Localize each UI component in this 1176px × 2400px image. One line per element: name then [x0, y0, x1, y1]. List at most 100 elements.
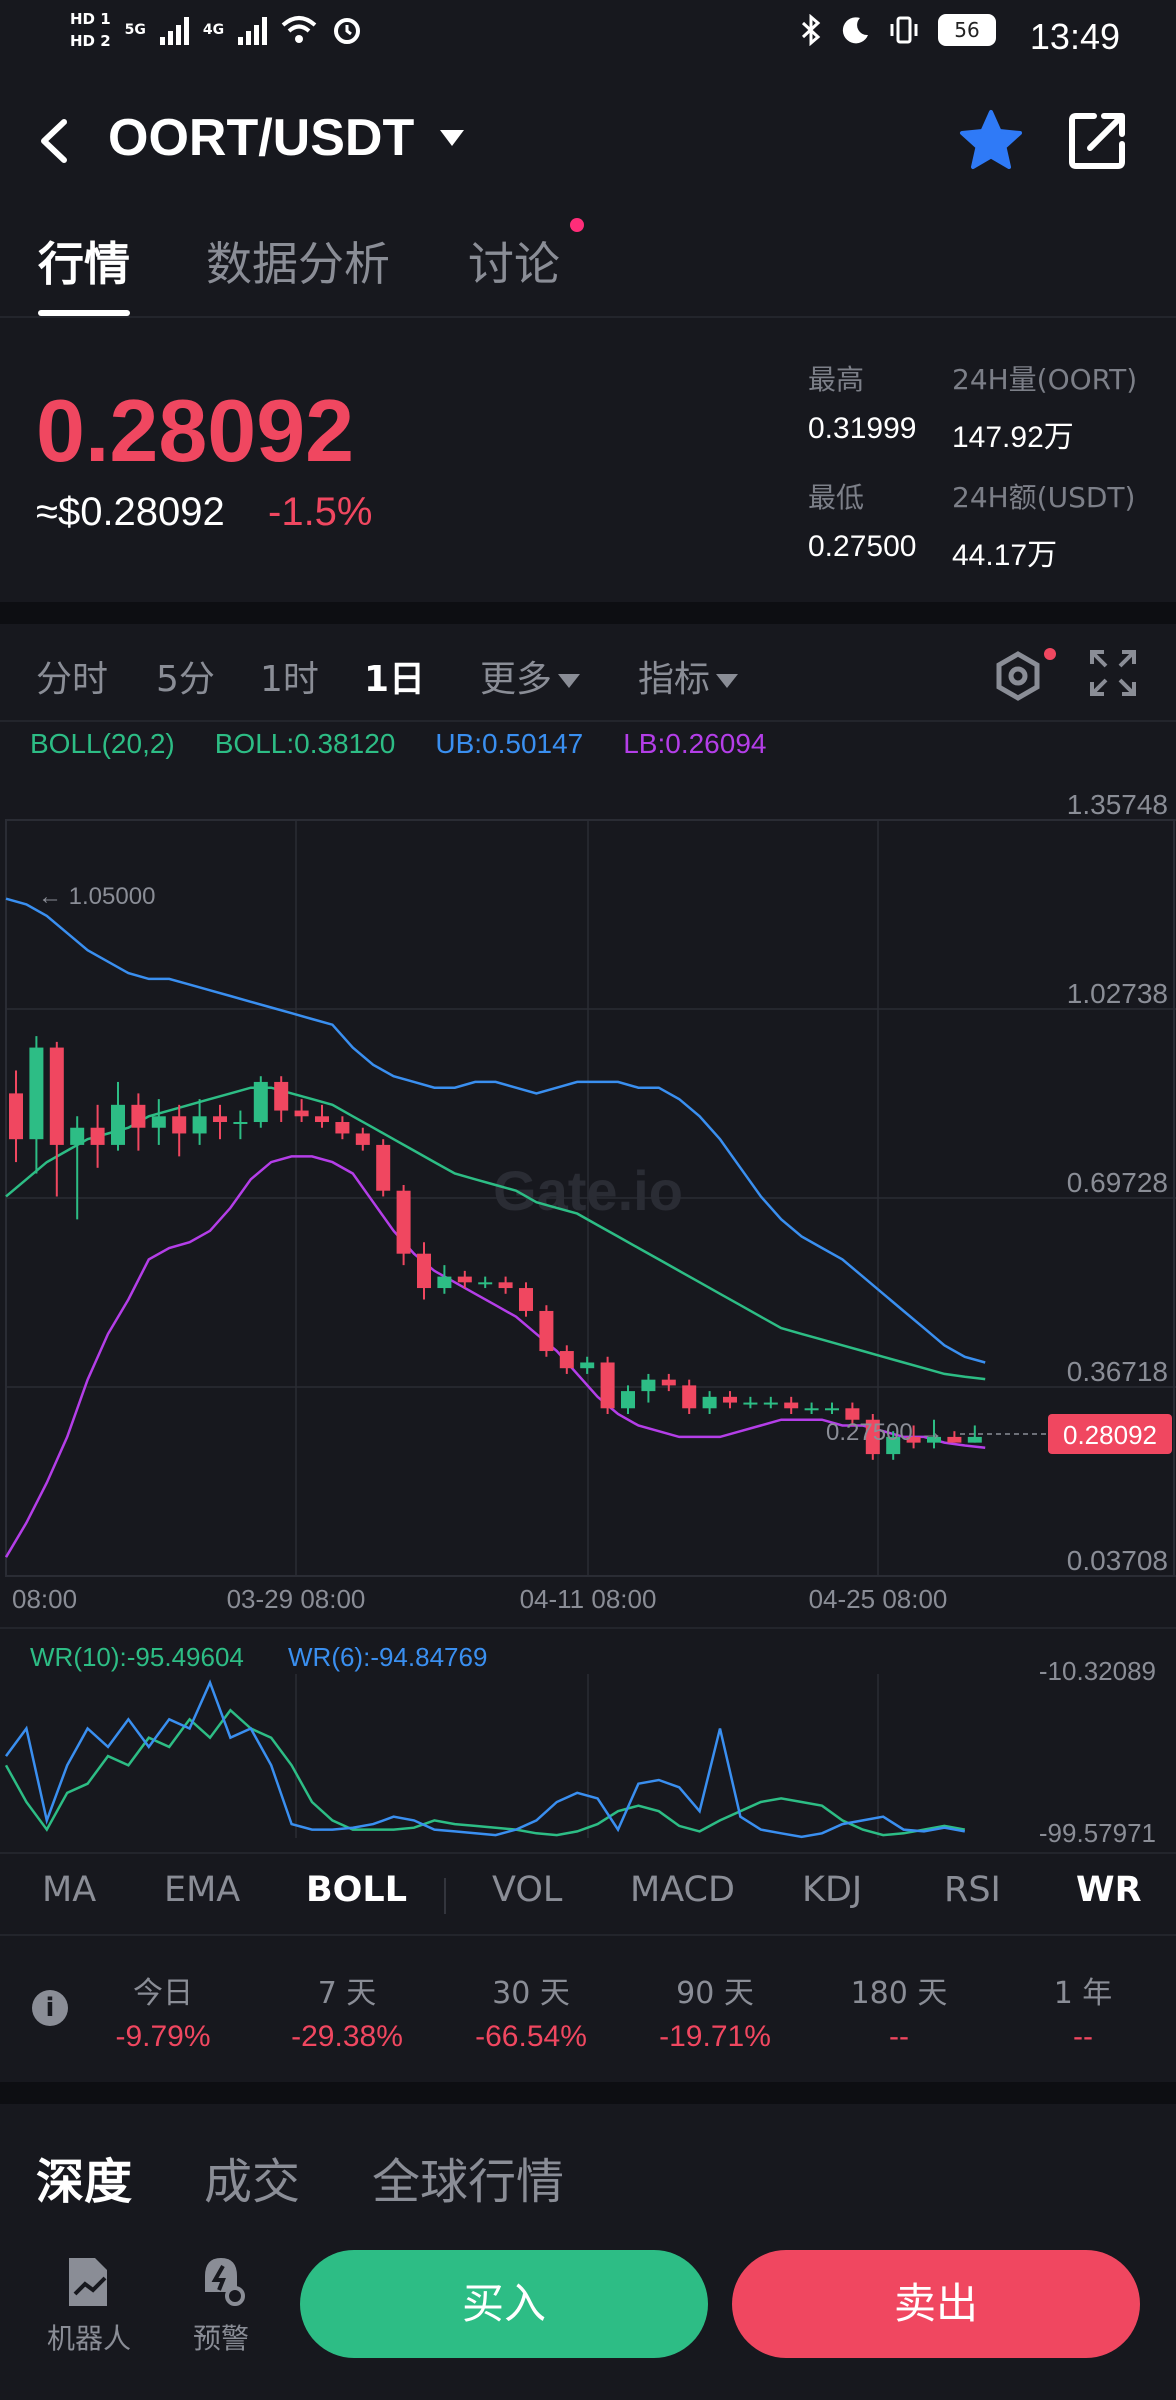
chart-settings-icon[interactable] [990, 648, 1046, 704]
robot-label: 机器人 [46, 2322, 131, 2355]
pair-dropdown-icon[interactable] [440, 130, 464, 146]
robot-button[interactable]: 机器人 [34, 2254, 144, 2357]
indicators-dropdown-icon [716, 674, 739, 688]
signal1-icon [159, 15, 189, 45]
candle-body [233, 1122, 248, 1125]
ind-macd[interactable]: MACD [630, 1870, 735, 1910]
y-axis: 1.35748 1.02738 0.69728 0.36718 0.03708 [1067, 790, 1168, 1576]
info-icon[interactable]: i [32, 1990, 68, 2026]
candle-body [743, 1402, 758, 1405]
candle-body [29, 1047, 44, 1140]
candle-body [661, 1379, 676, 1386]
tf-timeline[interactable]: 分时 [36, 650, 108, 702]
indicator-divider [444, 1878, 446, 1914]
sell-button[interactable]: 卖出 [732, 2250, 1140, 2358]
tf-1hour[interactable]: 1时 [260, 650, 319, 702]
tab-data-analysis[interactable]: 数据分析 [206, 228, 390, 294]
candle-body [335, 1122, 350, 1134]
alert-icon [205, 2258, 245, 2306]
high-label: 最高 [808, 363, 865, 396]
boll-mid: BOLL:0.38120 [214, 728, 396, 759]
bottom-action-bar: 机器人 预警 买入 卖出 [0, 2220, 1176, 2400]
tf-1day[interactable]: 1日 [364, 650, 425, 702]
tab-depth[interactable]: 深度 [36, 2142, 132, 2212]
section-divider-2 [0, 2082, 1176, 2104]
candle-body [763, 1402, 778, 1405]
candle-body [600, 1362, 615, 1409]
bluetooth-icon [801, 14, 821, 46]
max-price-marker: ← 1.05000 [38, 883, 155, 910]
vol-quote-value: 44.17万 [952, 539, 1058, 572]
candle-body [539, 1310, 554, 1352]
ind-kdj[interactable]: KDJ [802, 1870, 862, 1910]
ind-ma[interactable]: MA [42, 1870, 96, 1910]
status-right: 56 [800, 14, 996, 46]
kline-chart[interactable]: Gate.io 1.35748 1.02738 0.69728 0.36718 0.03… [0, 790, 1176, 1850]
section-divider [0, 602, 1176, 624]
perf-label-today: 今日 [133, 1976, 193, 2011]
fullscreen-icon[interactable] [1088, 648, 1138, 698]
wr-legend: WR(10):-95.49604 WR(6):-94.84769 [30, 1642, 487, 1672]
pair-title[interactable]: OORT/USDT [108, 108, 414, 168]
candle-body [172, 1116, 187, 1134]
buy-button[interactable]: 买入 [300, 2250, 708, 2358]
candle-body [825, 1408, 839, 1411]
boll-mid-line [5, 1086, 986, 1381]
perf-label-180d: 180 天 [850, 1976, 948, 2011]
status-time: 13:49 [1029, 16, 1120, 57]
candle-body [519, 1288, 533, 1311]
boll-ub-line [5, 897, 986, 1364]
perf-label-90d: 90 天 [676, 1976, 754, 2011]
wifi-icon [281, 16, 317, 43]
net2-label: 4G [202, 22, 225, 38]
share-icon[interactable] [1066, 108, 1130, 172]
tf-5min[interactable]: 5分 [156, 650, 215, 702]
perf-label-7d: 7 天 [317, 1976, 377, 2011]
ind-vol[interactable]: VOL [492, 1870, 562, 1910]
pair-header: OORT/USDT [0, 96, 1176, 186]
boll-name: BOLL(20,2) [30, 728, 175, 759]
candle-body [702, 1396, 717, 1409]
candle-body [253, 1081, 268, 1123]
boll-legend: BOLL(20,2) BOLL:0.38120 UB:0.50147 LB:0.… [30, 728, 766, 760]
wr6-label: WR(6):-94.84769 [288, 1642, 487, 1672]
battery-icon: 56 [938, 14, 996, 46]
wr6-line [4, 1679, 966, 1839]
wr10-line [4, 1708, 966, 1837]
alert-button[interactable]: 预警 [166, 2254, 276, 2357]
tab-trades[interactable]: 成交 [204, 2142, 300, 2212]
ind-wr[interactable]: WR [1076, 1870, 1142, 1910]
candle-body [274, 1081, 289, 1111]
boll-ub: UB:0.50147 [435, 728, 584, 759]
tab-discussion[interactable]: 讨论 [468, 228, 560, 294]
perf-label-1y: 1 年 [1053, 1976, 1113, 2011]
back-arrow-icon[interactable] [34, 116, 74, 166]
ind-rsi[interactable]: RSI [944, 1870, 1001, 1910]
candle-body [682, 1385, 697, 1409]
ind-boll[interactable]: BOLL [306, 1870, 407, 1910]
x-axis: 08:00 03-29 08:00 04-11 08:00 04-25 08:00 [12, 1584, 947, 1614]
candle-body [111, 1104, 125, 1145]
perf-value-1y: -- [1073, 2020, 1093, 2053]
candle-body [457, 1276, 472, 1283]
candle-body [804, 1408, 819, 1411]
candle-body [784, 1402, 799, 1409]
tab-global-market[interactable]: 全球行情 [372, 2142, 564, 2212]
favorite-star-icon[interactable] [956, 106, 1026, 176]
tf-more-label: 更多 [480, 659, 553, 700]
candle-body [131, 1104, 146, 1128]
ind-ema[interactable]: EMA [164, 1870, 240, 1910]
current-price-label: 0.28092 [1063, 1420, 1157, 1450]
hd-badges: HD 1 HD 2 [70, 8, 111, 52]
tab-market[interactable]: 行情 [38, 228, 130, 294]
active-tab-indicator [38, 310, 130, 316]
vol-base-value: 147.92万 [952, 421, 1074, 454]
last-price: 0.28092 [36, 381, 355, 480]
vol-base-label: 24H量(OORT) [952, 363, 1138, 396]
wr-max-label: -10.32089 [1039, 1656, 1156, 1686]
y-tick-label: 1.35748 [1067, 790, 1168, 820]
candle-body [355, 1133, 370, 1145]
x-tick-label: 04-25 08:00 [809, 1584, 948, 1614]
tf-indicators[interactable]: 指标 [638, 650, 739, 702]
tf-more[interactable]: 更多 [480, 650, 581, 702]
